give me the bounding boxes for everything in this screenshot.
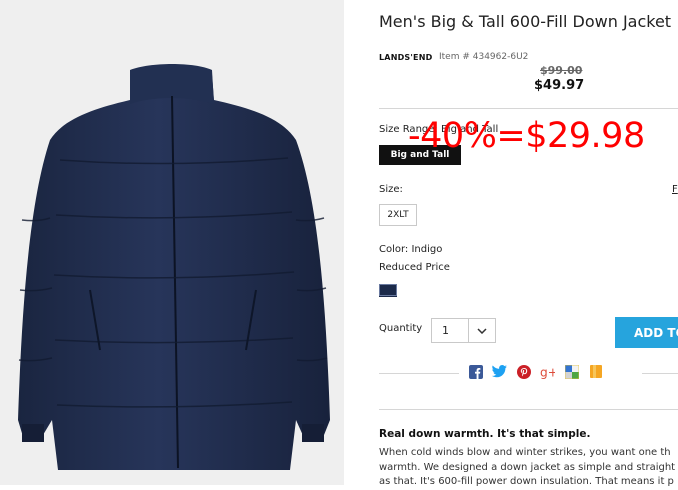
svg-text:g+: g+ xyxy=(540,365,555,378)
pinterest-icon[interactable] xyxy=(516,364,531,379)
color-swatch-indigo[interactable] xyxy=(379,284,397,296)
google-plus-icon[interactable]: g+ xyxy=(540,364,555,379)
brand-logo: LANDS'END xyxy=(379,53,433,62)
divider xyxy=(379,409,678,410)
jacket-illustration xyxy=(18,64,330,470)
share-icons: g+ xyxy=(468,364,603,379)
description-text: When cold winds blow and winter strikes,… xyxy=(379,446,678,490)
divider xyxy=(379,108,678,109)
bookmark-icon[interactable] xyxy=(588,364,603,379)
original-price: $99.00 xyxy=(540,64,583,77)
product-image[interactable] xyxy=(0,0,344,485)
divider xyxy=(379,373,459,374)
description-line: When cold winds blow and winter strikes,… xyxy=(379,447,671,458)
twitter-icon[interactable] xyxy=(492,364,507,379)
quantity-label: Quantity xyxy=(379,323,423,334)
facebook-icon[interactable] xyxy=(468,364,483,379)
chevron-down-icon[interactable] xyxy=(468,319,495,342)
description-line: as that. It's 600-fill power down insula… xyxy=(379,476,674,487)
quantity-value: 1 xyxy=(442,324,449,337)
product-title: Men's Big & Tall 600-Fill Down Jacket xyxy=(379,12,672,31)
size-option-2xlt[interactable]: 2XLT xyxy=(379,204,417,226)
description-line: warmth. We designed a down jacket as sim… xyxy=(379,461,676,473)
promo-price-overlay: -40%=$29.98 xyxy=(408,116,645,156)
size-label: Size: xyxy=(379,184,403,195)
quantity-select[interactable]: 1 xyxy=(431,318,496,343)
item-number: Item # 434962-6U2 xyxy=(439,52,529,62)
sale-price: $49.97 xyxy=(534,78,585,93)
size-chart-link[interactable]: F xyxy=(672,184,678,195)
divider xyxy=(642,373,678,374)
color-label: Color: Indigo xyxy=(379,244,443,255)
reduced-price-note: Reduced Price xyxy=(379,262,450,273)
description-title: Real down warmth. It's that simple. xyxy=(379,428,591,440)
add-to-bag-button[interactable]: ADD TO xyxy=(615,317,678,348)
delicious-icon[interactable] xyxy=(564,364,579,379)
